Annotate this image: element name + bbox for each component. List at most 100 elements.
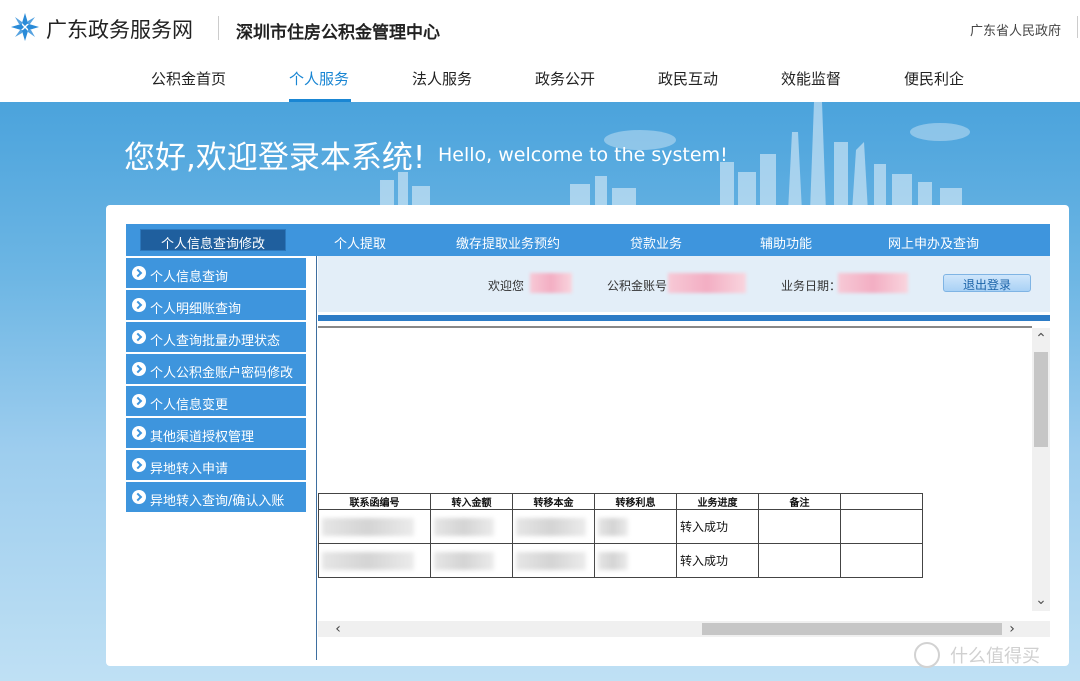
zhi-icon xyxy=(914,642,940,668)
cell-letter-no xyxy=(318,543,431,578)
chevron-right-icon xyxy=(132,394,146,408)
redacted-username xyxy=(530,273,572,293)
menu-item-info-query[interactable]: 个人信息查询 xyxy=(126,258,306,288)
col-interest: 转移利息 xyxy=(594,493,677,510)
cell-principal xyxy=(512,509,595,544)
nav-item-personal[interactable]: 个人服务 xyxy=(289,68,349,89)
chevron-right-icon xyxy=(132,362,146,376)
menu-item-label: 个人公积金账户密码修改 xyxy=(150,366,294,381)
nav-item-interaction[interactable]: 政民互动 xyxy=(658,68,718,89)
logout-button[interactable]: 退出登录 xyxy=(943,274,1031,292)
guangdong-logo-icon[interactable] xyxy=(10,12,40,42)
nav-item-home[interactable]: 公积金首页 xyxy=(151,68,226,89)
chevron-right-icon xyxy=(132,490,146,504)
cell-extra xyxy=(840,543,923,578)
welcome-label: 欢迎您 xyxy=(488,279,525,293)
cell-letter-no xyxy=(318,509,431,544)
subnav-item-appointment[interactable]: 缴存提取业务预约 xyxy=(456,233,560,252)
site-name[interactable]: 广东政务服务网 xyxy=(46,14,193,44)
date-label: 业务日期： xyxy=(781,279,842,293)
menu-item-batch-status[interactable]: 个人查询批量办理状态 xyxy=(126,322,306,352)
redacted-date xyxy=(838,273,908,293)
cell-remark xyxy=(758,509,841,544)
subnav-item-assist[interactable]: 辅助功能 xyxy=(760,233,812,252)
redacted-value xyxy=(434,517,494,536)
table-row[interactable]: 转入成功 xyxy=(318,543,923,578)
menu-item-label: 个人查询批量办理状态 xyxy=(150,334,281,349)
subnav-item-withdrawal[interactable]: 个人提取 xyxy=(334,233,386,252)
redacted-value xyxy=(516,517,586,536)
menu-item-label: 异地转入查询/确认入账 xyxy=(150,494,285,509)
chevron-right-icon xyxy=(132,266,146,280)
sub-nav: 个人信息查询修改 个人提取 缴存提取业务预约 贷款业务 辅助功能 网上申办及查询 xyxy=(126,224,1050,256)
menu-item-password-change[interactable]: 个人公积金账户密码修改 xyxy=(126,354,306,384)
top-header: 广东政务服务网 深圳市住房公积金管理中心 广东省人民政府 xyxy=(0,0,1080,56)
cell-principal xyxy=(512,543,595,578)
cell-extra xyxy=(840,509,923,544)
menu-item-label: 个人明细账查询 xyxy=(150,302,242,317)
cell-progress: 转入成功 xyxy=(676,543,759,578)
redacted-value xyxy=(322,517,414,536)
menu-item-info-change[interactable]: 个人信息变更 xyxy=(126,386,306,416)
menu-item-label: 异地转入申请 xyxy=(150,462,229,477)
main-nav: 公积金首页 个人服务 法人服务 政务公开 政民互动 效能监督 便民利企 xyxy=(0,56,1080,102)
content-divider xyxy=(316,256,317,660)
user-info-bar: 欢迎您 公积金账号 业务日期： xyxy=(318,256,1050,312)
chevron-right-icon xyxy=(132,426,146,440)
redacted-value xyxy=(598,551,628,570)
col-extra xyxy=(840,493,923,510)
watermark-text: 什么值得买 xyxy=(950,646,1040,667)
gov-link[interactable]: 广东省人民政府 xyxy=(970,20,1061,39)
nav-item-supervision[interactable]: 效能监督 xyxy=(781,68,841,89)
scroll-right-icon[interactable]: › xyxy=(1004,621,1020,637)
cell-amount xyxy=(430,543,513,578)
table-row[interactable]: 转入成功 xyxy=(318,509,923,544)
table-header-row: 联系函编号 转入金额 转移本金 转移利息 业务进度 备注 xyxy=(318,493,923,510)
scroll-up-icon[interactable]: ⌃ xyxy=(1034,332,1048,346)
redacted-value xyxy=(322,551,414,570)
col-progress: 业务进度 xyxy=(676,493,759,510)
menu-item-transfer-apply[interactable]: 异地转入申请 xyxy=(126,450,306,480)
vertical-scrollbar[interactable]: ⌃ ⌄ xyxy=(1032,328,1050,611)
cell-amount xyxy=(430,509,513,544)
menu-item-label: 个人信息查询 xyxy=(150,270,229,285)
chevron-right-icon xyxy=(132,298,146,312)
subnav-item-personal-info[interactable]: 个人信息查询修改 xyxy=(140,229,286,252)
subnav-item-loan[interactable]: 贷款业务 xyxy=(630,233,682,252)
cell-interest xyxy=(594,509,677,544)
header-divider xyxy=(218,16,219,40)
chevron-right-icon xyxy=(132,458,146,472)
col-remark: 备注 xyxy=(758,493,841,510)
redacted-value xyxy=(598,517,628,536)
transfer-table: 联系函编号 转入金额 转移本金 转移利息 业务进度 备注 转入成功 转入成功 xyxy=(318,493,923,578)
nav-item-public[interactable]: 政务公开 xyxy=(535,68,595,89)
menu-item-detail-query[interactable]: 个人明细账查询 xyxy=(126,290,306,320)
chevron-right-icon xyxy=(132,330,146,344)
menu-item-label: 个人信息变更 xyxy=(150,398,229,413)
subnav-item-online[interactable]: 网上申办及查询 xyxy=(888,233,979,252)
nav-item-corporate[interactable]: 法人服务 xyxy=(412,68,472,89)
cell-interest xyxy=(594,543,677,578)
header-divider-right xyxy=(1077,16,1078,38)
menu-item-transfer-confirm[interactable]: 异地转入查询/确认入账 xyxy=(126,482,306,512)
center-name[interactable]: 深圳市住房公积金管理中心 xyxy=(236,18,440,43)
menu-item-auth-manage[interactable]: 其他渠道授权管理 xyxy=(126,418,306,448)
cell-remark xyxy=(758,543,841,578)
scroll-down-icon[interactable]: ⌄ xyxy=(1034,593,1048,607)
redacted-value xyxy=(516,551,586,570)
col-letter-no: 联系函编号 xyxy=(318,493,431,510)
nav-item-convenience[interactable]: 便民利企 xyxy=(904,68,964,89)
horizontal-scroll-thumb[interactable] xyxy=(702,623,1002,635)
col-amount: 转入金额 xyxy=(430,493,513,510)
col-principal: 转移本金 xyxy=(512,493,595,510)
frame-top-border xyxy=(318,326,1032,328)
redacted-account xyxy=(668,273,746,293)
menu-item-label: 其他渠道授权管理 xyxy=(150,430,255,445)
content-top-bar xyxy=(318,315,1050,321)
scroll-left-icon[interactable]: ‹ xyxy=(330,621,346,637)
cell-progress: 转入成功 xyxy=(676,509,759,544)
horizontal-scrollbar[interactable]: ‹ › xyxy=(318,621,1050,637)
account-label: 公积金账号 xyxy=(607,279,668,293)
vertical-scroll-thumb[interactable] xyxy=(1034,352,1048,447)
banner-title-cn: 您好,欢迎登录本系统! xyxy=(124,140,426,176)
